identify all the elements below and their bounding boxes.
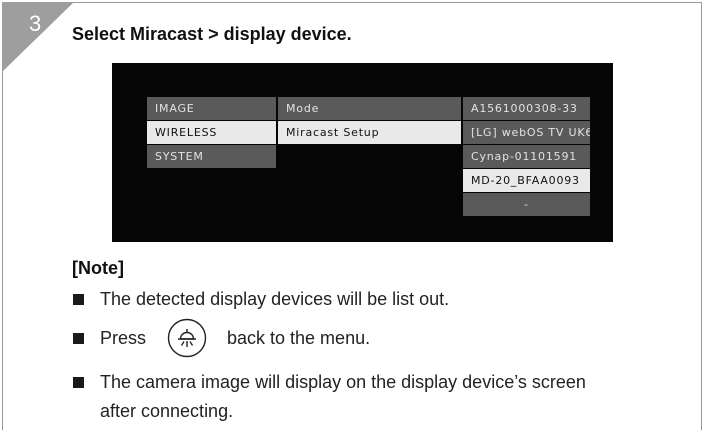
- step-number: 3: [29, 11, 42, 36]
- osd-device-item-selected[interactable]: MD-20_BFAA0093: [463, 169, 590, 192]
- bullet-square: [73, 294, 84, 305]
- bullet-square: [73, 333, 84, 344]
- osd-menu-image[interactable]: IMAGE: [147, 97, 276, 120]
- note-bullet-2-press: Press: [100, 328, 147, 348]
- osd-menu-mode[interactable]: Mode: [278, 97, 461, 120]
- osd-screen: IMAGE WIRELESS SYSTEM Mode Miracast Setu…: [112, 63, 613, 242]
- osd-device-item[interactable]: -: [463, 193, 590, 216]
- step-title: Select Miracast > display device.: [72, 24, 352, 44]
- osd-device-item[interactable]: Cynap-01101591: [463, 145, 590, 168]
- osd-device-item[interactable]: A1561000308-33: [463, 97, 590, 120]
- osd-menu-wireless[interactable]: WIRELESS: [147, 121, 276, 144]
- osd-menu-system[interactable]: SYSTEM: [147, 145, 276, 168]
- bullet-square: [73, 377, 84, 388]
- osd-device-item[interactable]: [LG] webOS TV UK6...: [463, 121, 590, 144]
- note-bullet-3-line-2: after connecting.: [100, 401, 234, 421]
- note-bullet-1: The detected display devices will be lis…: [100, 289, 450, 309]
- osd-menu-miracast-setup[interactable]: Miracast Setup: [278, 121, 461, 144]
- note-bullet-3-line-1: The camera image will display on the dis…: [100, 372, 586, 392]
- note-heading: [Note]: [72, 258, 124, 278]
- light-button-icon: [167, 318, 207, 358]
- note-bullet-2-rest: back to the menu.: [227, 328, 371, 348]
